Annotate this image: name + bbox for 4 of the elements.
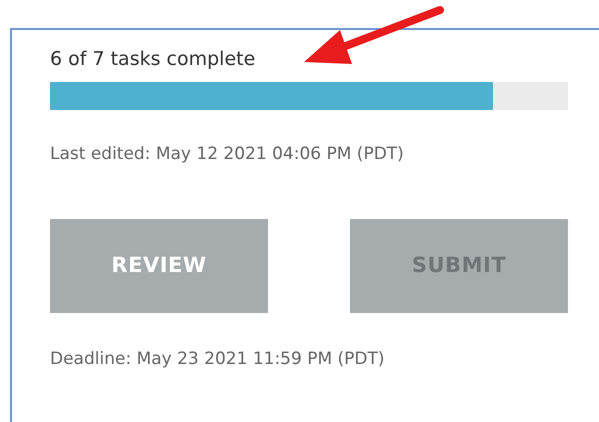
action-button[interactable]: REVIEW: [50, 219, 268, 313]
deadline-text: Deadline: May 23 2021 11:59 PM (PDT): [50, 348, 386, 371]
progress-label: 6 of 7 tasks complete: [50, 47, 256, 72]
last-edited-text: Last edited: May 12 2021 04:06 PM (PDT): [50, 143, 405, 166]
